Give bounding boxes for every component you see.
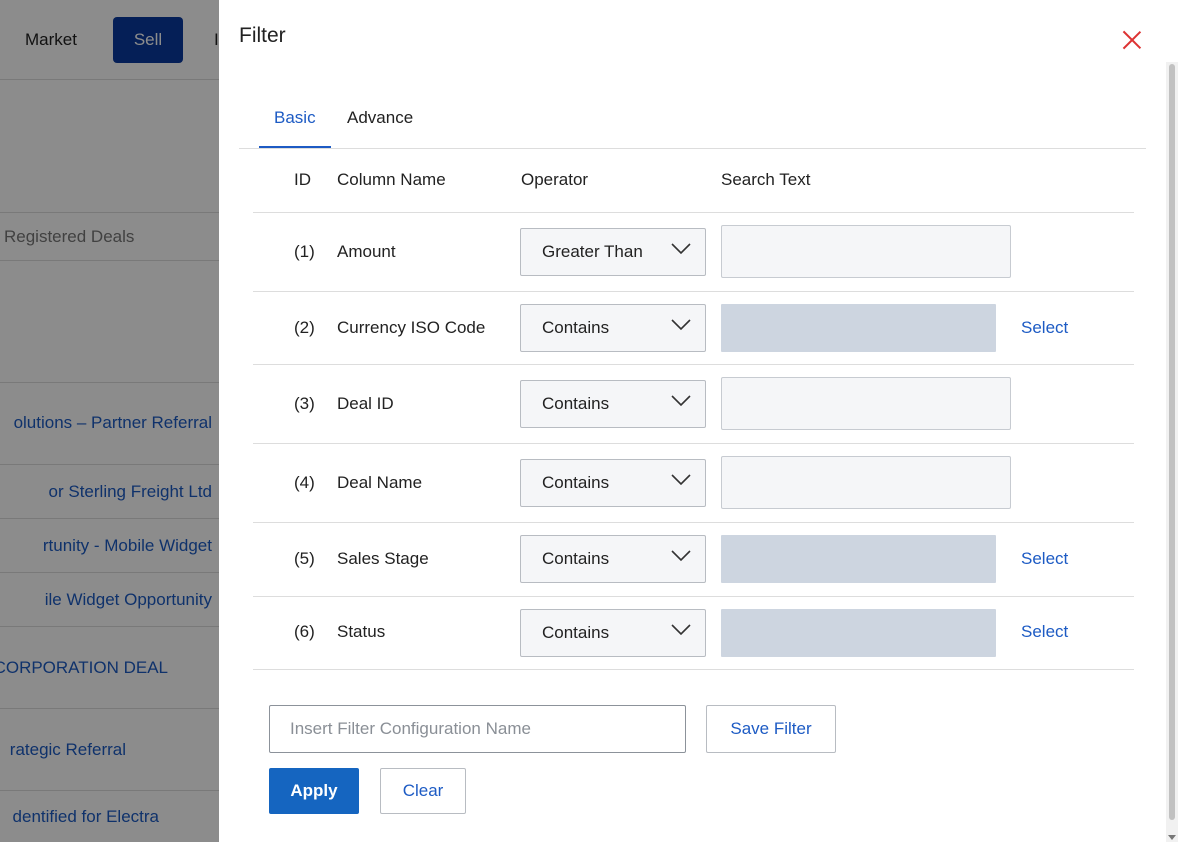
filter-row: (5) Sales Stage Contains Select — [253, 523, 1134, 597]
filter-row: (1) Amount Greater Than — [253, 213, 1134, 292]
save-filter-button[interactable]: Save Filter — [706, 705, 836, 753]
clear-button[interactable]: Clear — [380, 768, 466, 814]
row-column-name: Sales Stage — [337, 549, 429, 568]
search-text-input[interactable] — [721, 225, 1011, 278]
close-icon[interactable] — [1121, 29, 1143, 51]
select-link[interactable]: Select — [1021, 622, 1068, 642]
header-operator: Operator — [521, 170, 589, 189]
filter-row: (2) Currency ISO Code Contains Select — [253, 292, 1134, 365]
row-id: (2) — [294, 318, 315, 337]
row-id: (4) — [294, 473, 315, 492]
row-id: (3) — [294, 394, 315, 413]
filter-row: (6) Status Contains Select — [253, 597, 1134, 670]
scroll-down-arrow-icon[interactable] — [1168, 835, 1176, 840]
chevron-down-icon — [671, 624, 691, 636]
operator-select[interactable]: Contains — [520, 380, 706, 428]
operator-select[interactable]: Contains — [520, 459, 706, 507]
tab-basic[interactable]: Basic — [259, 90, 331, 148]
row-id: (1) — [294, 242, 315, 261]
search-text-readonly — [721, 304, 996, 352]
operator-value: Contains — [542, 549, 610, 568]
operator-value: Greater Than — [542, 242, 643, 261]
search-text-input[interactable] — [721, 456, 1011, 509]
scrollbar[interactable] — [1166, 62, 1178, 842]
search-text-readonly — [721, 609, 996, 657]
row-column-name: Currency ISO Code — [337, 318, 486, 337]
search-text-readonly — [721, 535, 996, 583]
operator-select[interactable]: Contains — [520, 304, 706, 352]
select-link[interactable]: Select — [1021, 549, 1068, 569]
filter-tabs: Basic Advance — [239, 90, 1146, 149]
operator-value: Contains — [542, 473, 610, 492]
chevron-down-icon — [671, 319, 691, 331]
panel-title: Filter — [239, 24, 286, 47]
chevron-down-icon — [671, 474, 691, 486]
chevron-down-icon — [671, 243, 691, 255]
row-column-name: Deal ID — [337, 394, 394, 413]
scrollbar-thumb[interactable] — [1169, 64, 1175, 820]
row-column-name: Deal Name — [337, 473, 423, 492]
row-id: (6) — [294, 622, 315, 641]
apply-button[interactable]: Apply — [269, 768, 359, 814]
search-text-input[interactable] — [721, 377, 1011, 430]
operator-select[interactable]: Contains — [520, 609, 706, 657]
header-search-text: Search Text — [721, 170, 811, 189]
operator-value: Contains — [542, 394, 610, 413]
select-link[interactable]: Select — [1021, 318, 1068, 338]
operator-value: Contains — [542, 318, 610, 337]
row-column-name: Amount — [337, 242, 396, 261]
filter-config-name-input[interactable] — [269, 705, 686, 753]
chevron-down-icon — [671, 395, 691, 407]
chevron-down-icon — [671, 550, 691, 562]
operator-value: Contains — [542, 623, 610, 642]
filter-row: (3) Deal ID Contains — [253, 365, 1134, 444]
row-id: (5) — [294, 549, 315, 568]
operator-select[interactable]: Contains — [520, 535, 706, 583]
tab-advance[interactable]: Advance — [332, 90, 428, 148]
filter-panel: Filter Basic Advance ID Column Name Oper… — [219, 0, 1179, 842]
operator-select[interactable]: Greater Than — [520, 228, 706, 276]
header-column-name: Column Name — [337, 170, 446, 189]
row-column-name: Status — [337, 622, 386, 641]
header-id: ID — [294, 170, 311, 189]
filter-row: (4) Deal Name Contains — [253, 444, 1134, 523]
